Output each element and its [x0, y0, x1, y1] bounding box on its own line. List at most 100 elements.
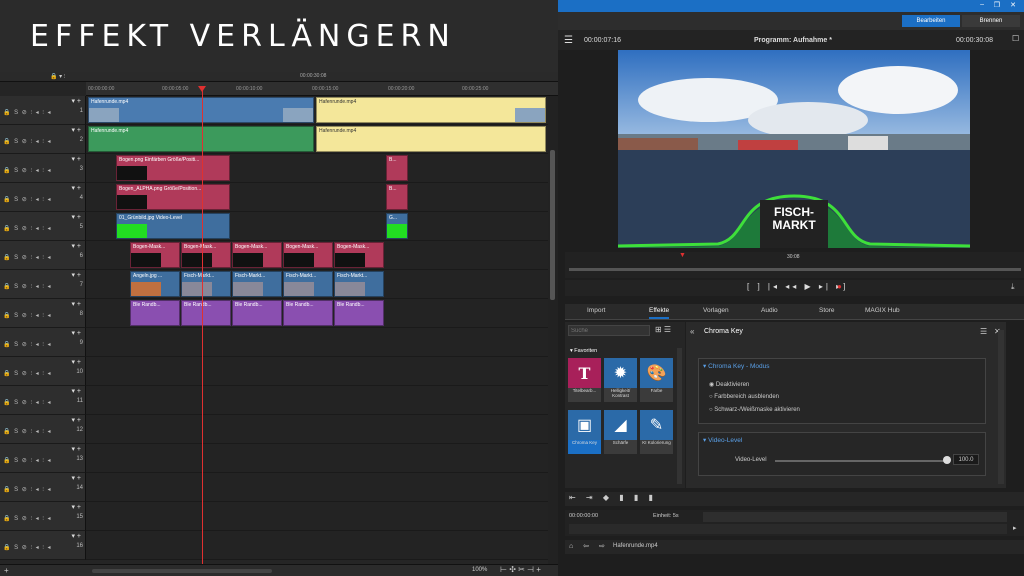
track-controls-icon[interactable]: 🔒 S ⊘ ⫶ ◂ ⫶ ◂ — [3, 109, 52, 117]
record-icon[interactable]: ● — [837, 282, 842, 291]
tab-audio[interactable]: Audio — [761, 307, 778, 314]
track-options-icon[interactable]: ▾ + — [71, 416, 81, 424]
track-lane[interactable] — [86, 357, 548, 386]
track-header[interactable]: ▾ + 🔒 S ⊘ ⫶ ◂ ⫶ ◂ 2 — [0, 125, 86, 154]
clip-t5a[interactable]: 01_Grünbild.jpg Video-Level — [116, 213, 230, 239]
track-options-icon[interactable]: ▾ + — [71, 300, 81, 308]
video-preview[interactable]: FISCH- MARKT — [618, 50, 970, 248]
track-controls-icon[interactable]: 🔒 S ⊘ ⫶ ◂ ⫶ ◂ — [3, 370, 52, 378]
menu-icon[interactable]: ☰ — [564, 35, 573, 46]
track-controls-icon[interactable]: 🔒 S ⊘ ⫶ ◂ ⫶ ◂ — [3, 254, 52, 262]
track-header[interactable]: ▾ + 🔒 S ⊘ ⫶ ◂ ⫶ ◂ 6 — [0, 241, 86, 270]
effect-tile-color[interactable]: 🎨 Farbe — [640, 358, 673, 402]
clip-t2b[interactable]: Hafenrunde.mp4 — [316, 126, 546, 152]
track-lane[interactable] — [86, 386, 548, 415]
add-track-icon[interactable]: + — [4, 566, 9, 575]
effect-tile-ai-colorize[interactable]: ✎ KI Kolorierung — [640, 410, 673, 454]
clip-t1a[interactable]: Hafenrunde.mp4 — [88, 97, 314, 123]
track-options-icon[interactable]: ▾ + — [71, 213, 81, 221]
close-icon[interactable]: ✕ — [1010, 1, 1016, 9]
timeline-ruler[interactable]: 00:00:00:00 00:00:05:00 00:00:10:00 00:0… — [86, 82, 558, 96]
track-header[interactable]: ▾ + 🔒 S ⊘ ⫶ ◂ ⫶ ◂ 3 — [0, 154, 86, 183]
transport-buttons-icon[interactable]: [ ] |◂ ◂◂ ▶ ▸| ▸] — [747, 282, 848, 291]
favorites-label[interactable]: ▾ Favoriten — [570, 348, 597, 354]
track-controls-icon[interactable]: 🔒 S ⊘ ⫶ ◂ ⫶ ◂ — [3, 457, 52, 465]
clip-t4b[interactable]: B... — [386, 184, 408, 210]
track-header[interactable]: ▾ + 🔒 S ⊘ ⫶ ◂ ⫶ ◂ 13 — [0, 444, 86, 473]
scrollbar-thumb[interactable] — [550, 150, 555, 300]
clip-t6[interactable]: Bogen-Mask... — [334, 242, 384, 268]
section-title[interactable]: ▾ Video-Level — [703, 436, 742, 444]
option-deactivate[interactable]: ◉ Deaktivieren — [709, 381, 749, 388]
track-header[interactable]: ▾ + 🔒 S ⊘ ⫶ ◂ ⫶ ◂ 8 — [0, 299, 86, 328]
track-controls-icon[interactable]: 🔒 S ⊘ ⫶ ◂ ⫶ ◂ — [3, 312, 52, 320]
track-options-icon[interactable]: ▾ + — [71, 155, 81, 163]
nav-icons[interactable]: ⌂ ⇦ ⇨ — [569, 542, 609, 550]
clip-t3a[interactable]: Bogen.png Einfärben Größe/Positi... — [116, 155, 230, 181]
export-icon[interactable]: ⤓ — [1011, 282, 1015, 292]
clip-t8[interactable]: Ble Randb... — [130, 300, 180, 326]
option-bw-mask[interactable]: ○ Schwarz-/Weißmaske aktivieren — [709, 407, 800, 413]
panel-menu-icon[interactable]: ☰ — [980, 327, 987, 336]
track-lane[interactable] — [86, 328, 548, 357]
track-controls-icon[interactable]: 🔒 S ⊘ ⫶ ◂ ⫶ ◂ — [3, 341, 52, 349]
scrub-track[interactable] — [569, 268, 1021, 271]
tab-import[interactable]: Import — [587, 307, 605, 314]
clip-t7[interactable]: Fisch-Markt... — [283, 271, 333, 297]
clip-t6[interactable]: Bogen-Mask... — [181, 242, 231, 268]
track-header[interactable]: ▾ + 🔒 S ⊘ ⫶ ◂ ⫶ ◂ 11 — [0, 386, 86, 415]
tab-templates[interactable]: Vorlagen — [703, 307, 729, 314]
clip-t7[interactable]: Angeln.jpg ... — [130, 271, 180, 297]
track-controls-icon[interactable]: 🔒 S ⊘ ⫶ ◂ ⫶ ◂ — [3, 515, 52, 523]
track-controls-icon[interactable]: 🔒 S ⊘ ⫶ ◂ ⫶ ◂ — [3, 486, 52, 494]
track-options-icon[interactable]: ▾ + — [71, 387, 81, 395]
tool-icons[interactable]: ⇤ ⇥ ◆ ▮ ▮ ▮ — [569, 493, 657, 502]
track-header[interactable]: ▾ + 🔒 S ⊘ ⫶ ◂ ⫶ ◂ 15 — [0, 502, 86, 531]
track-controls-icon[interactable]: 🔒 S ⊘ ⫶ ◂ ⫶ ◂ — [3, 428, 52, 436]
track-controls-icon[interactable]: 🔒 S ⊘ ⫶ ◂ ⫶ ◂ — [3, 399, 52, 407]
tab-store[interactable]: Store — [819, 307, 835, 314]
clip-t6[interactable]: Bogen-Mask... — [283, 242, 333, 268]
track-options-icon[interactable]: ▾ + — [71, 271, 81, 279]
clip-t7[interactable]: Fisch-Markt... — [232, 271, 282, 297]
mini-ruler[interactable] — [703, 512, 1007, 522]
slider-value[interactable]: 100.0 — [953, 454, 979, 465]
track-options-icon[interactable]: ▾ + — [71, 329, 81, 337]
grid-view-icon[interactable]: ⊞ ☰ — [655, 325, 671, 334]
zoom-controls-icon[interactable]: ⊢ ✣ ✂ ⊣ + — [500, 565, 541, 574]
effects-scrollbar[interactable] — [677, 348, 682, 484]
track-options-icon[interactable]: ▾ + — [71, 474, 81, 482]
slider-knob[interactable] — [943, 456, 951, 464]
track-options-icon[interactable]: ▾ + — [71, 126, 81, 134]
clip-t1b[interactable]: Hafenrunde.mp4 — [316, 97, 546, 123]
clip-t4a[interactable]: Bogen_ALPHA.png Größe/Position... — [116, 184, 230, 210]
track-header[interactable]: ▾ + 🔒 S ⊘ ⫶ ◂ ⫶ ◂ 9 — [0, 328, 86, 357]
mode-burn-button[interactable]: Brennen — [962, 15, 1020, 27]
track-lane[interactable] — [86, 415, 548, 444]
track-options-icon[interactable]: ▾ + — [71, 242, 81, 250]
track-controls-icon[interactable]: 🔒 S ⊘ ⫶ ◂ ⫶ ◂ — [3, 167, 52, 175]
track-header[interactable]: ▾ + 🔒 S ⊘ ⫶ ◂ ⫶ ◂ 16 — [0, 531, 86, 560]
track-options-icon[interactable]: ▾ + — [71, 184, 81, 192]
clip-t8[interactable]: Ble Randb... — [334, 300, 384, 326]
clip-t3b[interactable]: B... — [386, 155, 408, 181]
track-lane[interactable] — [86, 531, 548, 560]
track-lane[interactable] — [86, 444, 548, 473]
track-header[interactable]: ▾ + 🔒 S ⊘ ⫶ ◂ ⫶ ◂ 4 — [0, 183, 86, 212]
clip-t6[interactable]: Bogen-Mask... — [232, 242, 282, 268]
track-header[interactable]: ▾ + 🔒 S ⊘ ⫶ ◂ ⫶ ◂ 12 — [0, 415, 86, 444]
track-header[interactable]: ▾ + 🔒 S ⊘ ⫶ ◂ ⫶ ◂ 14 — [0, 473, 86, 502]
effects-search-input[interactable] — [568, 325, 650, 336]
clip-t8[interactable]: Ble Randb... — [283, 300, 333, 326]
track-controls-icon[interactable]: 🔒 S ⊘ ⫶ ◂ ⫶ ◂ — [3, 544, 52, 552]
monitor-scrubber[interactable]: ▼ 30:08 — [565, 252, 1024, 278]
track-options-icon[interactable]: ▾ + — [71, 97, 81, 105]
tab-effects[interactable]: Effekte — [649, 307, 670, 319]
track-header[interactable]: ▾ + 🔒 S ⊘ ⫶ ◂ ⫶ ◂ 5 — [0, 212, 86, 241]
track-controls-icon[interactable]: 🔒 S ⊘ ⫶ ◂ ⫶ ◂ — [3, 225, 52, 233]
playhead[interactable] — [202, 88, 203, 566]
track-header[interactable]: ▾ + 🔒 S ⊘ ⫶ ◂ ⫶ ◂ 10 — [0, 357, 86, 386]
mini-track[interactable] — [569, 524, 1007, 534]
clip-t2a[interactable]: Hafenrunde.mp4 — [88, 126, 314, 152]
timeline-hscroll[interactable] — [92, 569, 272, 573]
